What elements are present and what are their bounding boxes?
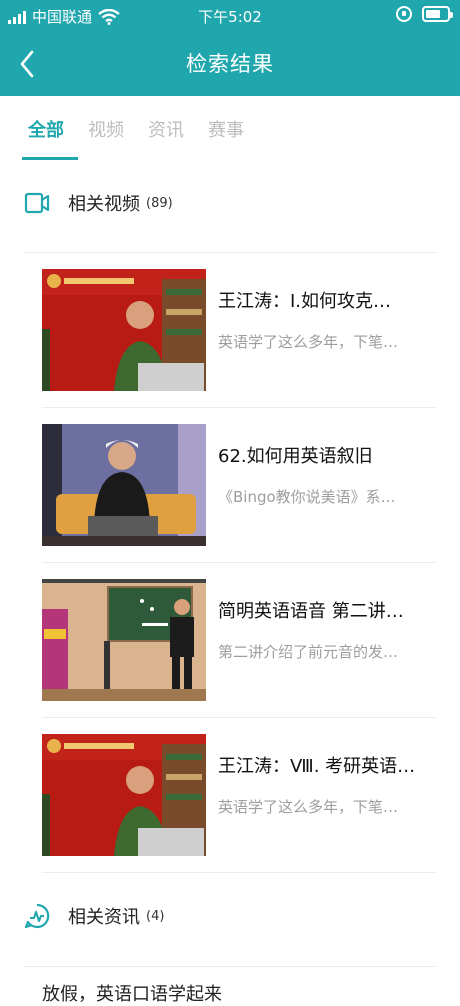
section-divider bbox=[24, 966, 436, 967]
video-thumbnail bbox=[42, 579, 206, 701]
video-thumbnail bbox=[42, 424, 206, 546]
item-divider bbox=[42, 872, 436, 873]
tab-events[interactable]: 赛事 bbox=[204, 116, 248, 156]
news-section-count: (4) bbox=[146, 908, 165, 924]
video-item[interactable]: 62.如何用英语叙旧 《Bingo教你说美语》系… bbox=[42, 424, 436, 546]
news-pulse-icon bbox=[24, 903, 50, 929]
video-description: 第二讲介绍了前元音的发… bbox=[218, 643, 399, 661]
section-divider bbox=[24, 252, 436, 253]
filter-tabs: 全部 视频 资讯 赛事 bbox=[22, 116, 248, 162]
video-description: 英语学了这么多年，下笔… bbox=[218, 333, 399, 351]
video-thumbnail bbox=[42, 269, 206, 391]
video-item[interactable]: 王江涛：Ⅰ.如何攻克… 英语学了这么多年，下笔… bbox=[42, 269, 436, 391]
status-right bbox=[396, 6, 453, 22]
tab-video[interactable]: 视频 bbox=[84, 116, 128, 156]
video-title: 简明英语语音 第二讲… bbox=[218, 601, 404, 622]
videos-section-count: (89) bbox=[146, 195, 173, 211]
video-thumbnail bbox=[42, 734, 206, 856]
status-time: 下午5:02 bbox=[198, 8, 262, 26]
page-title: 检索结果 bbox=[186, 52, 274, 76]
video-camera-icon bbox=[24, 192, 50, 214]
videos-section-title: 相关视频 bbox=[68, 194, 140, 215]
item-divider bbox=[42, 717, 436, 718]
video-title: 王江涛：Ⅷ. 考研英语… bbox=[218, 756, 416, 777]
app-header: 中国联通 下午5:02 检索结果 bbox=[0, 0, 460, 96]
status-bar: 中国联通 下午5:02 bbox=[0, 0, 460, 34]
tab-news[interactable]: 资讯 bbox=[144, 116, 188, 156]
videos-section-header: 相关视频 (89) bbox=[24, 190, 173, 216]
news-section-header: 相关资讯 (4) bbox=[24, 903, 164, 929]
video-description: 英语学了这么多年，下笔… bbox=[218, 798, 399, 816]
battery-level bbox=[426, 10, 440, 18]
rotation-lock-icon bbox=[396, 6, 412, 22]
item-divider bbox=[42, 407, 436, 408]
battery-icon bbox=[422, 6, 453, 22]
video-description: 《Bingo教你说美语》系… bbox=[218, 488, 396, 506]
news-item-title[interactable]: 放假，英语口语学起来 bbox=[42, 980, 222, 1006]
video-title: 62.如何用英语叙旧 bbox=[218, 446, 373, 467]
video-item[interactable]: 简明英语语音 第二讲… 第二讲介绍了前元音的发… bbox=[42, 579, 436, 701]
item-divider bbox=[42, 562, 436, 563]
tab-all[interactable]: 全部 bbox=[22, 116, 78, 160]
video-title: 王江涛：Ⅰ.如何攻克… bbox=[218, 291, 392, 312]
video-item[interactable]: 王江涛：Ⅷ. 考研英语… 英语学了这么多年，下笔… bbox=[42, 734, 436, 856]
news-section-title: 相关资讯 bbox=[68, 907, 140, 928]
